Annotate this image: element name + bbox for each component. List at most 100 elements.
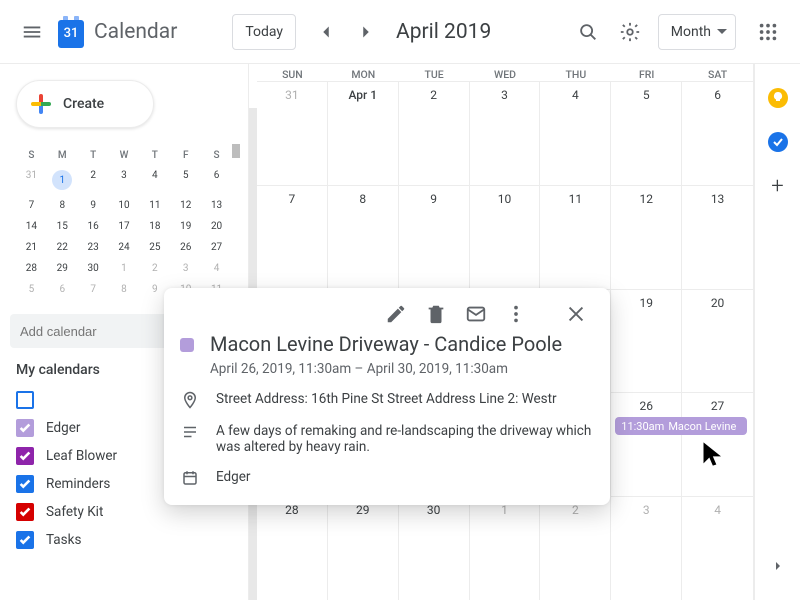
keep-icon[interactable] xyxy=(768,88,788,108)
calendar-icon xyxy=(180,469,200,487)
scrollbar-thumb[interactable] xyxy=(232,144,240,158)
menu-icon[interactable] xyxy=(12,12,52,52)
day-cell[interactable]: 28 xyxy=(257,497,328,600)
mini-day[interactable]: 1 xyxy=(109,258,140,279)
day-cell[interactable]: 20 xyxy=(682,290,753,393)
day-cell[interactable]: 12 xyxy=(611,186,682,289)
app-title: Calendar xyxy=(94,20,177,44)
mini-day[interactable]: 8 xyxy=(47,195,78,216)
mini-day[interactable]: 2 xyxy=(139,258,170,279)
close-icon[interactable] xyxy=(558,296,594,332)
day-cell[interactable]: 1 xyxy=(470,497,541,600)
day-number: 19 xyxy=(611,290,681,310)
mini-day[interactable]: 14 xyxy=(16,216,47,237)
day-cell[interactable]: 19 xyxy=(611,290,682,393)
day-cell[interactable]: 7 xyxy=(257,186,328,289)
description-icon xyxy=(180,423,200,455)
mini-day[interactable]: 13 xyxy=(201,195,232,216)
mini-day[interactable]: 15 xyxy=(47,216,78,237)
checkbox[interactable] xyxy=(16,447,34,465)
delete-icon[interactable] xyxy=(418,296,454,332)
day-cell[interactable]: 9 xyxy=(399,186,470,289)
mini-day[interactable]: 18 xyxy=(139,216,170,237)
more-icon[interactable] xyxy=(498,296,534,332)
apps-icon[interactable] xyxy=(748,12,788,52)
mini-day[interactable]: 31 xyxy=(16,165,47,195)
mini-day[interactable]: 3 xyxy=(170,258,201,279)
mini-day[interactable]: 28 xyxy=(16,258,47,279)
day-cell[interactable]: 31 xyxy=(257,82,328,185)
day-cell[interactable]: 8 xyxy=(328,186,399,289)
next-month-button[interactable] xyxy=(346,12,386,52)
mini-day[interactable]: 5 xyxy=(170,165,201,195)
mini-day[interactable]: 26 xyxy=(170,237,201,258)
mini-day[interactable]: 7 xyxy=(16,195,47,216)
day-cell[interactable]: 27 xyxy=(682,393,753,496)
mini-day[interactable]: 21 xyxy=(16,237,47,258)
mini-day[interactable]: 7 xyxy=(78,279,109,300)
mini-day[interactable]: 17 xyxy=(109,216,140,237)
mini-day[interactable]: 20 xyxy=(201,216,232,237)
day-cell[interactable]: Apr 1 xyxy=(328,82,399,185)
mini-day[interactable]: 6 xyxy=(47,279,78,300)
mini-day[interactable]: 27 xyxy=(201,237,232,258)
calendar-item[interactable]: Tasks xyxy=(16,526,240,554)
create-button[interactable]: Create xyxy=(16,80,154,128)
view-select-label: Month xyxy=(671,24,711,40)
mini-day[interactable]: 19 xyxy=(170,216,201,237)
collapse-panel-icon[interactable] xyxy=(770,558,786,578)
add-addon-button[interactable]: + xyxy=(771,176,783,198)
day-cell[interactable]: 4 xyxy=(540,82,611,185)
day-cell[interactable]: 2611:30amMacon Levine xyxy=(611,393,682,496)
mini-day[interactable]: 16 xyxy=(78,216,109,237)
checkbox[interactable] xyxy=(16,391,34,409)
day-cell[interactable]: 2 xyxy=(399,82,470,185)
day-cell[interactable]: 5 xyxy=(611,82,682,185)
checkbox[interactable] xyxy=(16,419,34,437)
day-cell[interactable]: 6 xyxy=(682,82,753,185)
gear-icon[interactable] xyxy=(610,12,650,52)
mini-day[interactable]: 11 xyxy=(139,195,170,216)
day-cell[interactable]: 29 xyxy=(328,497,399,600)
checkbox[interactable] xyxy=(16,503,34,521)
dow-label: SAT xyxy=(682,64,753,81)
mini-day[interactable]: 5 xyxy=(16,279,47,300)
today-button[interactable]: Today xyxy=(232,14,296,50)
checkbox[interactable] xyxy=(16,531,34,549)
day-cell[interactable]: 30 xyxy=(399,497,470,600)
mini-day[interactable]: 4 xyxy=(139,165,170,195)
day-cell[interactable]: 13 xyxy=(682,186,753,289)
day-cell[interactable]: 4 xyxy=(682,497,753,600)
calendar-label: Safety Kit xyxy=(46,504,103,520)
prev-month-button[interactable] xyxy=(306,12,346,52)
day-cell[interactable]: 3 xyxy=(470,82,541,185)
view-select[interactable]: Month xyxy=(658,14,736,50)
checkbox[interactable] xyxy=(16,475,34,493)
day-cell[interactable]: 3 xyxy=(611,497,682,600)
mini-day[interactable]: 6 xyxy=(201,165,232,195)
mini-day[interactable]: 12 xyxy=(170,195,201,216)
mini-day[interactable]: 2 xyxy=(78,165,109,195)
plus-icon xyxy=(29,92,53,116)
day-cell[interactable]: 11 xyxy=(540,186,611,289)
edit-icon[interactable] xyxy=(378,296,414,332)
mini-day[interactable]: 8 xyxy=(109,279,140,300)
day-cell[interactable]: 2 xyxy=(540,497,611,600)
mini-day[interactable]: 25 xyxy=(139,237,170,258)
day-cell[interactable]: 10 xyxy=(470,186,541,289)
mail-icon[interactable] xyxy=(458,296,494,332)
mini-day[interactable]: 22 xyxy=(47,237,78,258)
tasks-icon[interactable] xyxy=(768,132,788,152)
mini-day[interactable]: 24 xyxy=(109,237,140,258)
mini-day[interactable]: 9 xyxy=(78,195,109,216)
mini-day[interactable]: 30 xyxy=(78,258,109,279)
mini-calendar[interactable]: SMTWTFS 31123456789101112131415161718192… xyxy=(16,146,232,300)
mini-day[interactable]: 4 xyxy=(201,258,232,279)
search-icon[interactable] xyxy=(568,12,608,52)
mini-day[interactable]: 3 xyxy=(109,165,140,195)
chevron-down-icon xyxy=(717,27,727,37)
mini-day[interactable]: 10 xyxy=(109,195,140,216)
mini-day[interactable]: 23 xyxy=(78,237,109,258)
mini-day[interactable]: 29 xyxy=(47,258,78,279)
mini-day[interactable]: 1 xyxy=(47,165,78,195)
